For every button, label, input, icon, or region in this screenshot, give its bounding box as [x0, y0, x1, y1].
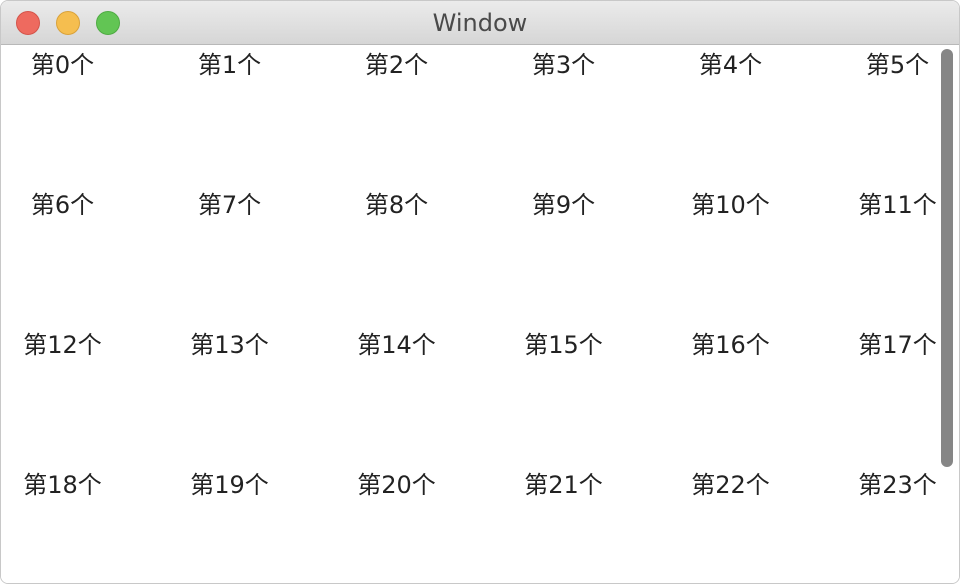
grid-item: 第15个 [524, 331, 603, 359]
grid-item: 第4个 [698, 51, 763, 79]
grid-item: 第17个 [858, 331, 937, 359]
vertical-scrollbar[interactable] [941, 49, 953, 467]
grid-item: 第5个 [865, 51, 930, 79]
grid-item: 第11个 [858, 191, 937, 219]
grid-item: 第18个 [23, 471, 102, 499]
grid-item: 第23个 [858, 471, 937, 499]
title-bar[interactable]: Window [1, 1, 959, 45]
content-area: 第0个 第1个 第2个 第3个 第4个 第5个 第6个 第7个 第8个 第9个 … [1, 45, 959, 583]
grid-item: 第0个 [30, 51, 95, 79]
window-title: Window [432, 9, 528, 37]
grid-item: 第22个 [691, 471, 770, 499]
grid-item: 第6个 [30, 191, 95, 219]
grid-item: 第13个 [190, 331, 269, 359]
grid-item: 第19个 [190, 471, 269, 499]
grid-item: 第8个 [364, 191, 429, 219]
grid-item: 第9个 [531, 191, 596, 219]
grid-item: 第1个 [197, 51, 262, 79]
grid-item: 第3个 [531, 51, 596, 79]
grid-item: 第20个 [357, 471, 436, 499]
item-grid: 第0个 第1个 第2个 第3个 第4个 第5个 第6个 第7个 第8个 第9个 … [1, 45, 941, 583]
grid-item: 第2个 [364, 51, 429, 79]
app-window: Window 第0个 第1个 第2个 第3个 第4个 第5个 第6个 第7个 第… [0, 0, 960, 584]
grid-item: 第14个 [357, 331, 436, 359]
grid-item: 第12个 [23, 331, 102, 359]
grid-item: 第10个 [691, 191, 770, 219]
grid-item: 第16个 [691, 331, 770, 359]
grid-item: 第21个 [524, 471, 603, 499]
grid-item: 第7个 [197, 191, 262, 219]
